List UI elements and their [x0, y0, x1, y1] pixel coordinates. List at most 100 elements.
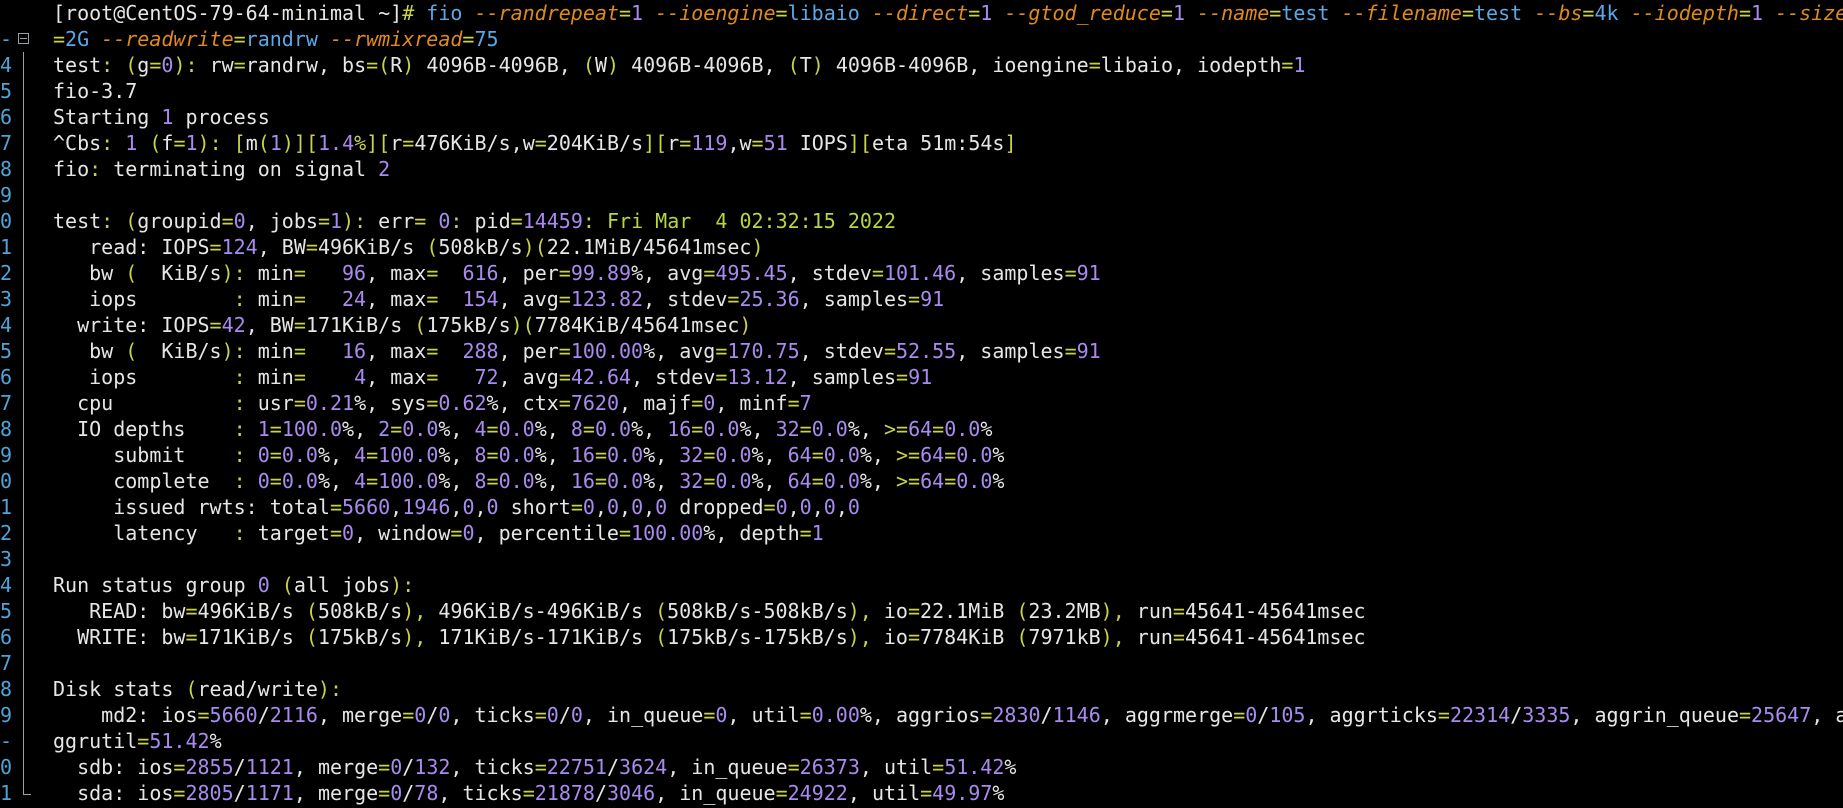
text-segment: 0 [161, 53, 174, 77]
text-segment: = [486, 417, 499, 441]
text-segment: 64 [787, 443, 812, 467]
line-content: bw ( KiB/s): min= 96, max= 616, per=99.8… [53, 260, 1843, 286]
text-segment: 0 [1245, 703, 1258, 727]
fold-guide [23, 286, 24, 312]
text-segment: min [257, 339, 294, 363]
text-segment: 0.0 [606, 469, 644, 493]
text-segment: Run status group [53, 573, 258, 597]
text-segment: = [522, 781, 535, 805]
text-segment: = [293, 391, 306, 415]
text-segment: 32 [679, 443, 704, 467]
text-segment: 64 [920, 469, 945, 493]
terminal-line: 9 [0, 182, 1843, 208]
text-segment: ( [125, 339, 162, 363]
text-segment: --rwmixread [329, 27, 463, 51]
text-segment: ( [1016, 599, 1029, 623]
text-segment: fio-3.7 [53, 79, 138, 103]
text-segment: 16 [570, 443, 595, 467]
text-segment: groupid [137, 209, 222, 233]
text-segment: , samples [787, 365, 897, 389]
line-gutter: - [0, 26, 29, 52]
text-segment: pid [474, 209, 511, 233]
text-segment: 0.0 [498, 417, 535, 441]
text-segment: , aggrmerge [1100, 703, 1234, 727]
text-segment: ), [1100, 625, 1137, 649]
text-segment: 0.0 [498, 469, 535, 493]
text-segment: --bs [1534, 1, 1583, 25]
fold-toggle-icon[interactable] [18, 33, 29, 44]
text-segment: 1 [1751, 1, 1776, 25]
text-segment: 72 [474, 365, 499, 389]
text-segment: = [510, 209, 523, 233]
text-segment: = [462, 27, 475, 51]
text-segment: 3335 [1522, 703, 1571, 727]
line-number: 6 [0, 365, 13, 389]
line-number: - [0, 27, 13, 51]
line-content: iops : min= 24, max= 154, avg=123.82, st… [53, 286, 1843, 312]
text-segment: : [450, 209, 475, 233]
line-gutter: 4 [0, 572, 28, 598]
text-segment: , jobs [245, 209, 318, 233]
text-segment: 5660 [342, 495, 391, 519]
text-segment: 91 [1076, 339, 1101, 363]
text-segment: = [185, 599, 198, 623]
terminal-output[interactable]: [root@CentOS-79-64-minimal ~]# fio --ran… [0, 0, 1843, 808]
text-segment: = [907, 625, 921, 649]
text-segment: WRITE: bw [53, 625, 186, 649]
text-segment: = [968, 1, 981, 25]
text-segment: 64 [920, 443, 945, 467]
text-segment: %, [534, 443, 571, 467]
text-segment: = [1269, 1, 1282, 25]
fold-guide [23, 468, 24, 494]
text-segment: 25.36 [739, 287, 800, 311]
text-segment: 0 [606, 495, 620, 519]
line-content [53, 650, 1843, 676]
text-segment: randrw [245, 27, 330, 51]
text-segment: 7971kB [1028, 625, 1101, 649]
terminal-line: 1 sda: ios=2805/1171, merge=0/78, ticks=… [0, 780, 1843, 806]
text-segment: dropped [667, 495, 764, 519]
text-segment: target [257, 521, 330, 545]
line-number: 1 [0, 781, 13, 805]
text-segment: , samples [956, 261, 1065, 285]
text-segment: 2 [378, 417, 391, 441]
line-gutter: 0 [0, 754, 28, 780]
text-segment: %, [631, 417, 668, 441]
text-segment: , majf [619, 391, 692, 415]
text-segment: ( [1016, 625, 1029, 649]
line-content: Disk stats (read/write): [53, 676, 1843, 702]
text-segment: , merge [293, 755, 379, 779]
text-segment: = [775, 781, 788, 805]
text-segment: / [594, 781, 607, 805]
text-segment: = [426, 365, 475, 389]
text-segment: = [558, 261, 571, 285]
text-segment: , max [366, 261, 427, 285]
line-gutter: 5 [0, 78, 28, 104]
terminal-line: 6 iops : min= 4, max= 72, avg=42.64, std… [0, 364, 1843, 390]
text-segment: ): [ [197, 131, 246, 155]
text-segment: , in_queue [582, 703, 704, 727]
text-segment: 4 [474, 417, 487, 441]
text-segment: bw [53, 339, 126, 363]
terminal-line: [root@CentOS-79-64-minimal ~]# fio --ran… [0, 0, 1843, 26]
text-segment: / [257, 703, 270, 727]
text-segment: 2 [378, 157, 391, 181]
line-content: sda: ios=2805/1171, merge=0/78, ticks=21… [53, 780, 1843, 806]
text-segment: Disk stats [53, 677, 186, 701]
text-segment: = [703, 443, 716, 467]
text-segment: = [691, 417, 704, 441]
text-segment: , aggrin_queue [1570, 703, 1739, 727]
text-segment: = [980, 703, 993, 727]
text-segment: , avg [498, 365, 559, 389]
text-segment: = [414, 209, 439, 233]
line-content: md2: ios=5660/2116, merge=0/0, ticks=0/0… [53, 702, 1843, 728]
text-segment: %, [751, 469, 788, 493]
text-segment: 204KiB/s [546, 131, 644, 155]
terminal-line: - =2G --readwrite=randrw --rwmixread=75 [0, 26, 1843, 52]
text-segment: = [715, 365, 728, 389]
text-segment: W [594, 53, 607, 77]
text-segment: 13.12 [727, 365, 788, 389]
text-segment: sdb: ios [53, 755, 174, 779]
line-number: 2 [0, 521, 13, 545]
text-segment: 22.1MiB [920, 599, 1017, 623]
